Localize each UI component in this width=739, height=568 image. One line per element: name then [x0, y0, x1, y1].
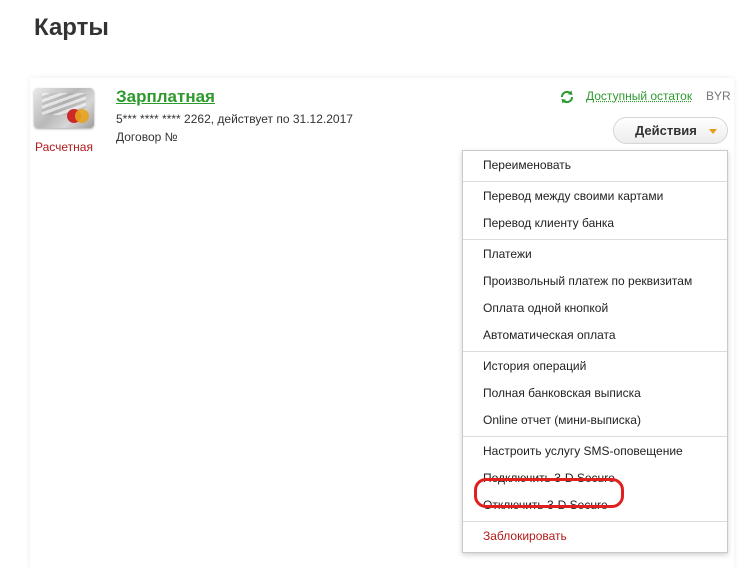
menu-item-transfer-client[interactable]: Перевод клиенту банка — [463, 210, 727, 237]
highlight-annotation — [474, 478, 624, 508]
menu-item-operations-history[interactable]: История операций — [463, 353, 727, 380]
refresh-icon[interactable] — [559, 89, 575, 105]
menu-group-rename: Переименовать — [463, 151, 727, 182]
available-balance-link[interactable]: Доступный остаток — [586, 89, 692, 103]
mastercard-circle-orange — [75, 109, 89, 123]
menu-item-auto-payment[interactable]: Автоматическая оплата — [463, 322, 727, 349]
menu-item-sms-setup[interactable]: Настроить услугу SMS-оповещение — [463, 438, 727, 465]
page-title: Карты — [34, 14, 109, 41]
menu-item-transfer-own-cards[interactable]: Перевод между своими картами — [463, 183, 727, 210]
menu-item-one-click-payment[interactable]: Оплата одной кнопкой — [463, 295, 727, 322]
menu-item-block-card[interactable]: Заблокировать — [463, 523, 727, 550]
card-contract: Договор № — [116, 130, 178, 144]
menu-item-arbitrary-payment[interactable]: Произвольный платеж по реквизитам — [463, 268, 727, 295]
menu-item-rename[interactable]: Переименовать — [463, 152, 727, 179]
card-number: 5*** **** **** 2262, действует по 31.12.… — [116, 112, 353, 126]
currency-label: BYR — [706, 89, 731, 103]
menu-group-payments: Платежи Произвольный платеж по реквизита… — [463, 240, 727, 352]
mastercard-logo-icon — [67, 109, 89, 123]
menu-group-block: Заблокировать — [463, 522, 727, 552]
menu-item-mini-statement[interactable]: Online отчет (мини-выписка) — [463, 407, 727, 434]
card-name-link[interactable]: Зарплатная — [116, 87, 215, 107]
card-image[interactable] — [34, 88, 94, 128]
menu-group-statements: История операций Полная банковская выпис… — [463, 352, 727, 437]
menu-group-transfers: Перевод между своими картами Перевод кли… — [463, 182, 727, 240]
chevron-down-icon — [709, 129, 717, 134]
menu-item-full-statement[interactable]: Полная банковская выписка — [463, 380, 727, 407]
menu-item-payments[interactable]: Платежи — [463, 241, 727, 268]
actions-button[interactable]: Действия — [613, 117, 728, 144]
actions-button-label: Действия — [635, 123, 697, 138]
card-type-label: Расчетная — [35, 140, 93, 154]
